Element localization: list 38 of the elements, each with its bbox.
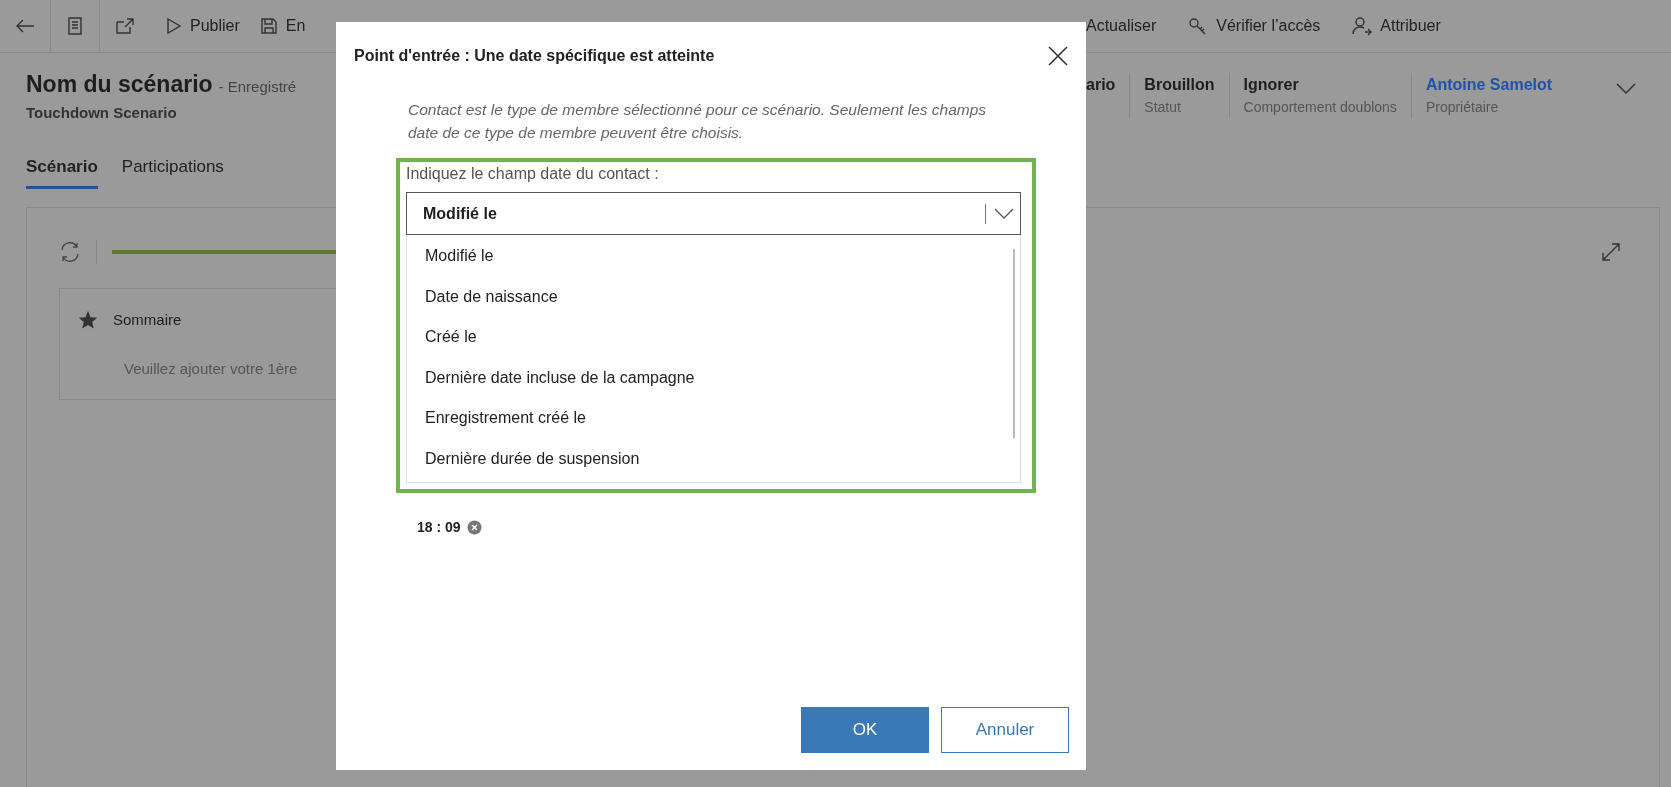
toolbar-button[interactable]: En (249, 6, 316, 46)
popout-icon (115, 17, 135, 35)
star-icon (78, 310, 98, 331)
form-button[interactable] (50, 0, 100, 52)
time-value: 18 : 09 (417, 518, 461, 537)
toolbar-button[interactable]: Attribuer (1342, 6, 1451, 46)
save-status: - Enregistré (218, 77, 297, 97)
caret-icon (994, 207, 1014, 220)
field-label: Statut (1144, 98, 1182, 117)
card-title: Sommaire (113, 310, 182, 330)
field-label: Indiquez le champ date du contact : (406, 164, 660, 184)
field-label: Comportement doublons (1243, 98, 1397, 117)
tab[interactable]: Participations (121, 154, 224, 189)
field-value: Ignorer (1243, 75, 1300, 95)
toolbar-button[interactable]: Publier (156, 6, 250, 46)
field-value: Brouillon (1144, 75, 1215, 95)
expand-button[interactable] (1601, 240, 1621, 262)
ok-button[interactable]: OK (801, 707, 929, 753)
back-arrow-icon (15, 18, 35, 34)
document-icon (68, 17, 82, 35)
field-label: Propriétaire (1425, 98, 1500, 117)
person-icon (1352, 16, 1373, 36)
toolbar-button[interactable]: Actualiser (1086, 6, 1167, 46)
tab[interactable]: Scénario (26, 154, 98, 189)
field-value: ario (1086, 75, 1116, 95)
clear-button[interactable] (466, 520, 482, 535)
refresh-icon (59, 241, 81, 263)
date-field-select[interactable]: Modifié le (406, 192, 1021, 235)
toolbar-button[interactable]: Vérifier l’accès (1178, 6, 1331, 46)
dialog-description: Contact est le type de membre sélectionné pour ce scénario. Seulement les champs date de ce type de membre peuvent être choisis. (408, 100, 988, 143)
chevron-down-icon (1616, 83, 1637, 95)
save-icon (259, 17, 278, 35)
cancel-button[interactable]: Annuler (941, 707, 1069, 753)
card-hint: Veuillez ajouter votre 1ère (124, 358, 299, 379)
record-title: Nom du scénario (26, 70, 213, 99)
dialog-title: Point d'entrée : Une date spécifique est atteinte (354, 46, 715, 66)
play-icon (166, 17, 182, 35)
record-subtitle: Touchdown Scenario (26, 102, 178, 123)
